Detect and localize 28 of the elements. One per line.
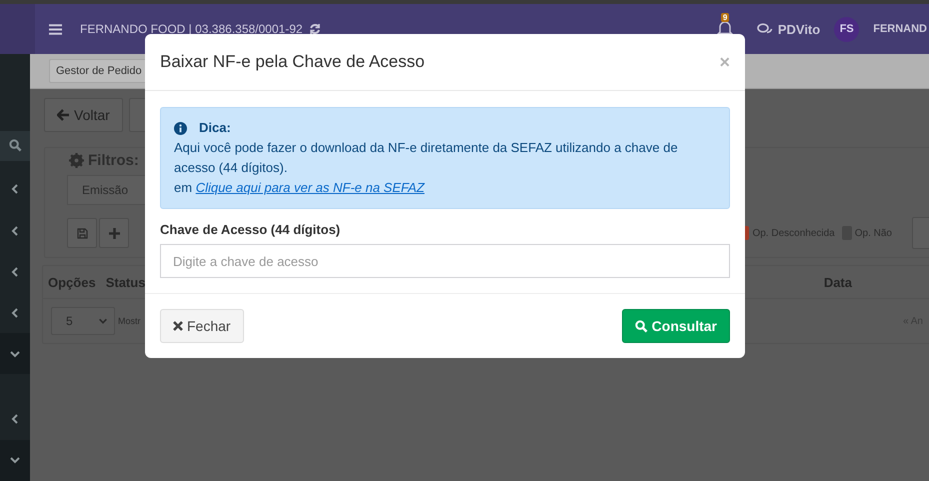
close-button[interactable]: Fechar <box>160 309 244 343</box>
menu-icon[interactable] <box>49 24 62 34</box>
chevron-down-icon <box>98 316 108 326</box>
save-icon <box>76 228 88 238</box>
search-icon <box>634 320 648 332</box>
sefaz-link[interactable]: Clique aqui para ver as NF-e na SEFAZ <box>196 180 424 195</box>
user-name[interactable]: FERNAND <box>873 23 927 35</box>
access-key-field[interactable]: Digite a chave de acesso <box>160 244 730 278</box>
gear-icon <box>69 153 84 168</box>
tip-text: Aqui você pode fazer o download da NF-e diretamente da SEFAZ utilizando a chave de acesso (44 dígitos). <box>174 139 679 177</box>
info-icon <box>174 122 187 134</box>
user-avatar[interactable]: FS <box>834 16 860 42</box>
chat-label[interactable]: PDVito <box>778 22 820 36</box>
back-button[interactable]: Voltar <box>44 98 123 132</box>
sidebar-search-item[interactable] <box>0 131 30 161</box>
plus-icon <box>108 228 120 238</box>
search-icon <box>8 139 22 152</box>
notification-badge: 9 <box>720 13 730 22</box>
field-label: Chave de Acesso (44 dígitos) <box>160 222 342 237</box>
modal-title: Baixar NF-e pela Chave de Acesso <box>160 52 425 72</box>
arrow-left-icon <box>57 109 70 121</box>
chat-icon <box>756 22 773 36</box>
refresh-icon[interactable] <box>308 23 321 35</box>
close-icon <box>173 321 183 331</box>
tip-title: Dica: <box>199 119 231 137</box>
tip-prefix: em <box>174 180 192 195</box>
bell-icon[interactable] <box>716 19 733 37</box>
search-button[interactable]: Consultar <box>622 309 730 343</box>
